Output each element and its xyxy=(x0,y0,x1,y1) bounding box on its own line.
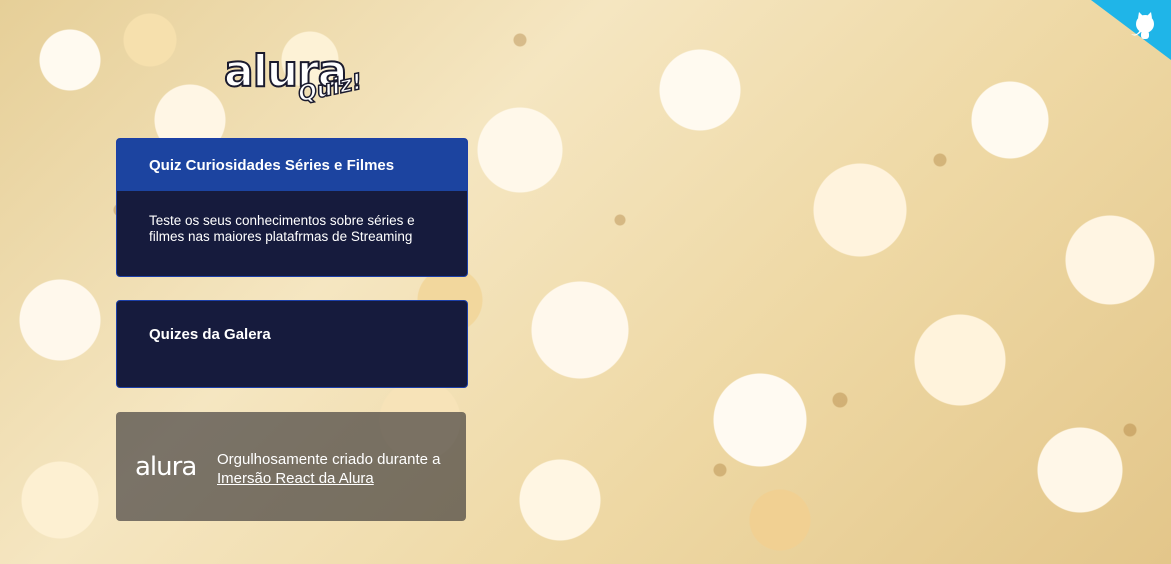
main-quiz-card[interactable]: Quiz Curiosidades Séries e Filmes Teste … xyxy=(116,138,468,277)
github-octocat-icon xyxy=(1091,0,1171,60)
imersao-react-link[interactable]: Imersão React da Alura xyxy=(217,470,374,487)
main-quiz-card-header: Quiz Curiosidades Séries e Filmes xyxy=(117,139,467,191)
quizes-galera-title: Quizes da Galera xyxy=(149,326,271,343)
main-quiz-description: Teste os seus conhecimentos sobre séries… xyxy=(149,213,415,244)
alura-footer-logo[interactable]: alura xyxy=(135,452,197,482)
quizes-galera-card[interactable]: Quizes da Galera xyxy=(116,300,468,388)
alura-quiz-logo: alura Quiz! xyxy=(223,49,365,110)
footer-text: Orgulhosamente criado durante a Imersão … xyxy=(217,450,452,488)
footer-text-prefix: Orgulhosamente criado durante a xyxy=(217,451,441,468)
github-corner[interactable] xyxy=(1091,0,1171,60)
main-quiz-title: Quiz Curiosidades Séries e Filmes xyxy=(149,157,395,174)
footer: alura Orgulhosamente criado durante a Im… xyxy=(116,412,466,521)
